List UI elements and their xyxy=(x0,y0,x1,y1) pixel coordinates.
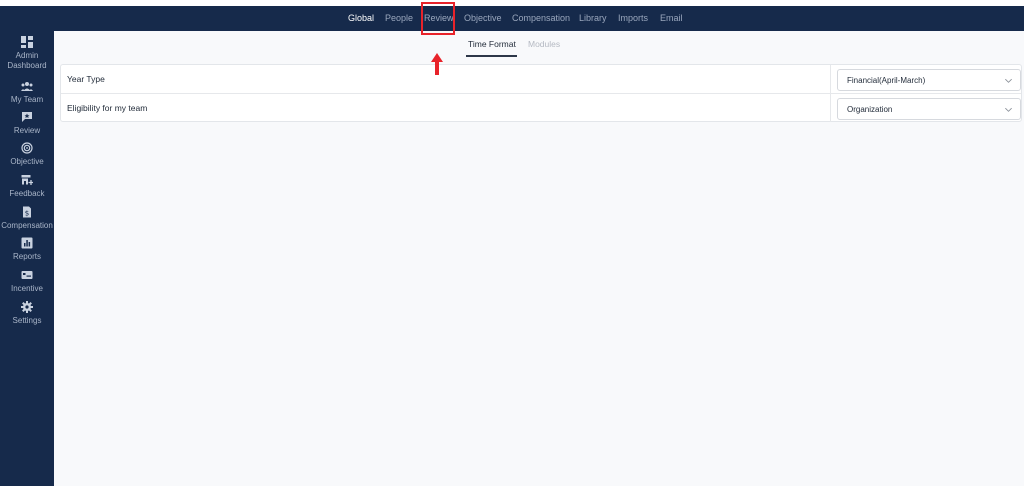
sidebar-item-settings[interactable]: Settings xyxy=(0,301,54,326)
nav-people[interactable]: People xyxy=(385,6,413,31)
select-value: Financial(April-March) xyxy=(847,76,926,85)
eligibility-select[interactable]: Organization xyxy=(837,98,1021,120)
setting-label: Year Type xyxy=(67,74,105,84)
chevron-down-icon xyxy=(1005,107,1012,112)
sidebar: Admin Dashboard My Team Review Objective xyxy=(0,31,54,486)
sidebar-item-my-team[interactable]: My Team xyxy=(0,80,54,105)
sidebar-item-label: Settings xyxy=(12,316,42,325)
active-tab-underline xyxy=(466,55,517,57)
app-window: Global People Review Objective Compensat… xyxy=(0,0,1024,486)
card-icon xyxy=(21,271,33,279)
sidebar-label-dashboard: Dashboard xyxy=(7,61,47,70)
nav-compensation[interactable]: Compensation xyxy=(512,6,570,31)
sidebar-item-label: Compensation xyxy=(1,221,53,230)
sidebar-item-compensation[interactable]: $ Compensation xyxy=(0,206,54,231)
tab-modules[interactable]: Modules xyxy=(528,39,560,49)
sidebar-item-label: Reports xyxy=(12,252,41,261)
bar-chart-icon xyxy=(21,237,33,249)
sidebar-item-review[interactable]: Review xyxy=(0,111,54,136)
settings-panel: Year Type Financial(April-March) Eligibi… xyxy=(60,64,1022,122)
row-divider xyxy=(830,65,831,93)
target-icon xyxy=(21,142,33,154)
setting-label: Eligibility for my team xyxy=(67,103,148,113)
sidebar-label-admin: Admin xyxy=(15,51,39,60)
nav-email[interactable]: Email xyxy=(660,6,683,31)
sidebar-item-objective[interactable]: Objective xyxy=(0,142,54,167)
nav-library[interactable]: Library xyxy=(579,6,607,31)
sidebar-item-label: My Team xyxy=(10,95,44,104)
gear-icon xyxy=(21,301,33,313)
nav-global[interactable]: Global xyxy=(348,6,374,31)
subtab-bar: Time Format Modules xyxy=(54,31,1024,59)
sidebar-item-label: Objective xyxy=(10,157,44,166)
setting-row-eligibility: Eligibility for my team Organization xyxy=(61,94,1021,123)
sidebar-item-incentive[interactable]: Incentive xyxy=(0,269,54,294)
sidebar-item-reports[interactable]: Reports xyxy=(0,237,54,262)
sidebar-item-label: Review xyxy=(13,126,41,135)
up-arrow-icon xyxy=(431,53,443,75)
year-type-select[interactable]: Financial(April-March) xyxy=(837,69,1021,91)
sidebar-item-label: Feedback xyxy=(9,189,45,198)
nav-imports[interactable]: Imports xyxy=(618,6,648,31)
tab-time-format[interactable]: Time Format xyxy=(468,39,516,49)
select-value: Organization xyxy=(847,105,893,114)
dashboard-grid-icon xyxy=(21,36,33,48)
svg-text:$: $ xyxy=(25,210,29,218)
dollar-doc-icon: $ xyxy=(23,206,31,218)
sidebar-item-label: Incentive xyxy=(10,284,44,293)
top-navigation-bar: Global People Review Objective Compensat… xyxy=(0,6,1024,31)
feedback-store-icon xyxy=(21,175,33,185)
sidebar-item-feedback[interactable]: Feedback xyxy=(0,174,54,199)
team-icon xyxy=(21,82,33,91)
setting-row-year-type: Year Type Financial(April-March) xyxy=(61,65,1021,94)
sidebar-item-admin-dashboard[interactable]: Admin Dashboard xyxy=(0,36,54,71)
nav-objective[interactable]: Objective xyxy=(464,6,502,31)
chevron-down-icon xyxy=(1005,78,1012,83)
review-chat-icon xyxy=(22,112,32,122)
row-divider xyxy=(830,94,831,122)
highlight-box xyxy=(421,2,455,35)
main-content: Time Format Modules Year Type Financial(… xyxy=(54,31,1024,486)
